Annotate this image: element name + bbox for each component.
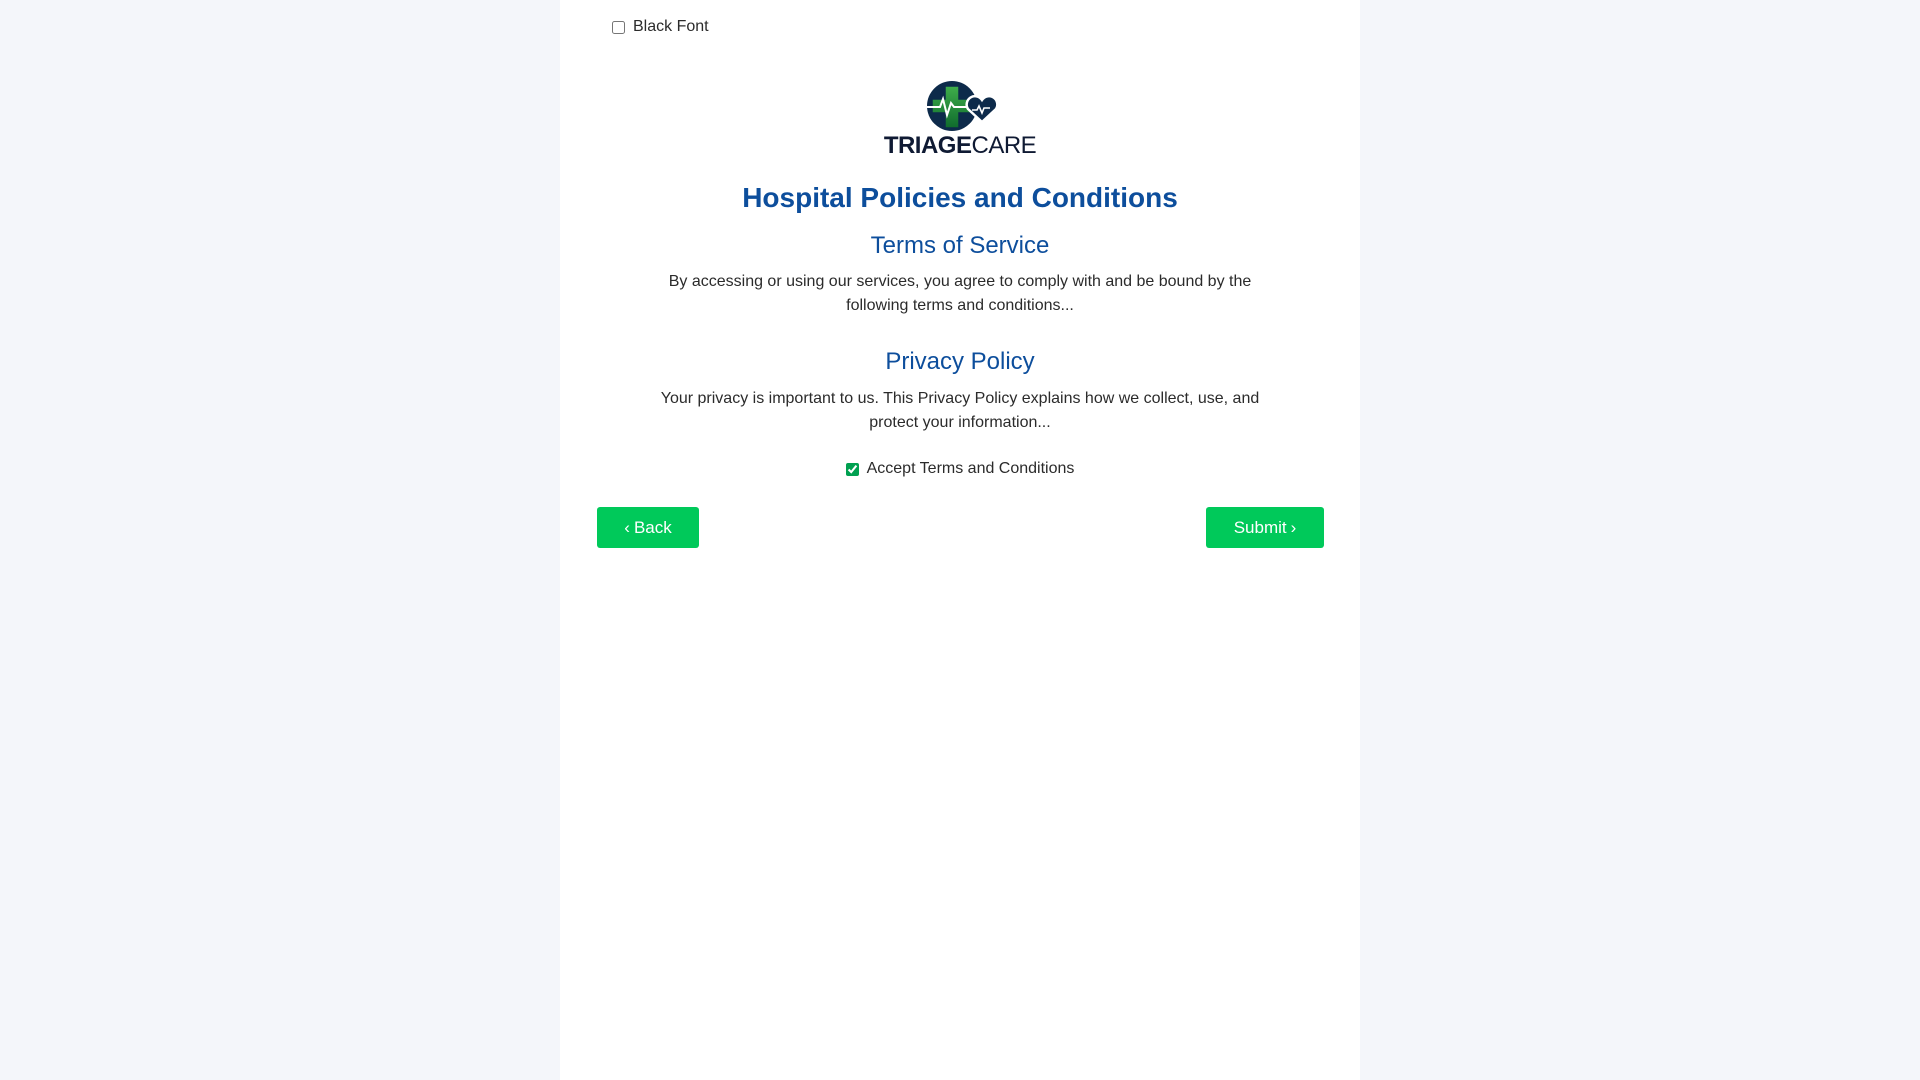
black-font-label: Black Font bbox=[633, 18, 709, 35]
logo-wordmark-bold: TRIAGE bbox=[883, 132, 972, 159]
terms-heading: Terms of Service bbox=[870, 232, 1050, 259]
black-font-checkbox[interactable] bbox=[612, 20, 625, 34]
accept-terms-label: Accept Terms and Conditions bbox=[866, 460, 1075, 477]
back-button[interactable]: ‹ Back bbox=[597, 507, 699, 548]
submit-button-label: Submit bbox=[1233, 517, 1287, 537]
content-panel: Black Font TRIAGECARE Hospital Policies … bbox=[560, 0, 1360, 1080]
terms-text: By accessing or using our services, you … bbox=[668, 273, 1252, 314]
page-title: Hospital Policies and Conditions bbox=[742, 182, 1178, 213]
accept-terms-toggle[interactable]: Accept Terms and Conditions bbox=[560, 460, 1360, 478]
privacy-heading: Privacy Policy bbox=[885, 348, 1035, 375]
accept-terms-checkbox[interactable] bbox=[845, 462, 859, 476]
triagecare-logo: TRIAGECARE bbox=[560, 80, 1360, 158]
chevron-left-icon: ‹ bbox=[624, 518, 630, 537]
black-font-toggle[interactable]: Black Font bbox=[612, 18, 709, 36]
logo-wordmark: TRIAGECARE bbox=[883, 132, 1037, 159]
back-button-label: Back bbox=[633, 517, 672, 537]
submit-button[interactable]: Submit › bbox=[1206, 507, 1324, 548]
privacy-text: Your privacy is important to us. This Pr… bbox=[660, 390, 1260, 431]
logo-wordmark-light: CARE bbox=[971, 132, 1037, 159]
chevron-right-icon: › bbox=[1290, 518, 1297, 537]
logo-cross-heart-icon bbox=[926, 81, 999, 131]
